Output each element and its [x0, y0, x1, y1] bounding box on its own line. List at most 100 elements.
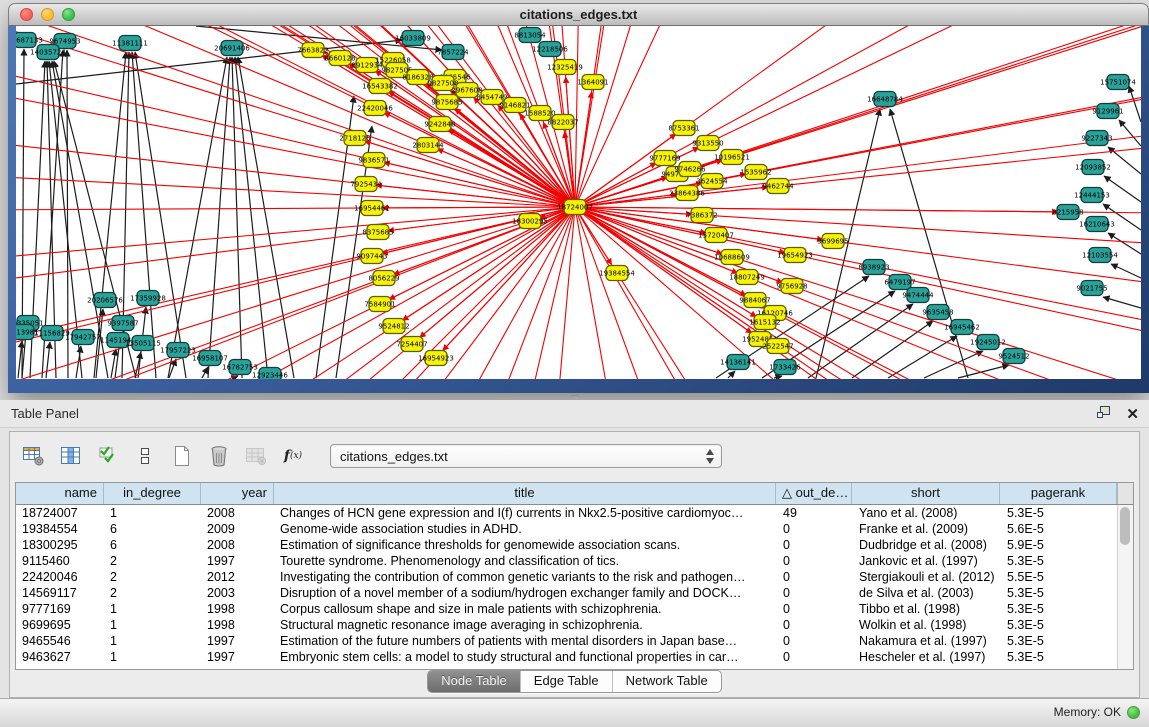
- graph-node[interactable]: 8938923: [858, 260, 889, 275]
- table-cell[interactable]: 22420046: [16, 569, 104, 585]
- table-cell[interactable]: 14569117: [16, 585, 104, 601]
- graph-node[interactable]: 12093852: [1075, 160, 1111, 175]
- graph-node[interactable]: 9524812: [378, 319, 409, 334]
- graph-node[interactable]: 14136141: [720, 355, 756, 370]
- table-cell[interactable]: Corpus callosum shape and size in male p…: [274, 601, 777, 617]
- table-cell[interactable]: 18724007: [16, 505, 104, 521]
- tab-network-table[interactable]: Network Table: [613, 671, 721, 692]
- table-cell[interactable]: Tourette syndrome. Phenomenology and cla…: [274, 553, 777, 569]
- table-cell[interactable]: 5.3E-5: [1001, 633, 1118, 649]
- table-selector[interactable]: citations_edges.txt: [330, 444, 722, 468]
- graph-node[interactable]: 17957223: [160, 343, 196, 358]
- table-cell[interactable]: 19384554: [16, 521, 104, 537]
- graph-node[interactable]: 9097443: [356, 249, 387, 264]
- graph-node[interactable]: 9635458: [922, 305, 953, 320]
- network-canvas[interactable]: 1872400776638228660128891293415226058982…: [16, 26, 1141, 379]
- graph-node[interactable]: 19245012: [970, 335, 1006, 350]
- table-cell[interactable]: Franke et al. (2009): [853, 521, 1001, 537]
- table-cell[interactable]: 0: [777, 553, 853, 569]
- graph-node[interactable]: 9875685: [431, 95, 462, 110]
- table-row[interactable]: 911546021997Tourette syndrome. Phenomeno…: [16, 553, 1133, 569]
- graph-node[interactable]: 22420046: [357, 101, 393, 116]
- graph-node[interactable]: 9756928: [776, 279, 807, 294]
- graph-node[interactable]: 9242848: [424, 117, 455, 132]
- table-cell[interactable]: Investigating the contribution of common…: [274, 569, 777, 585]
- graph-node[interactable]: 9524512: [998, 349, 1029, 364]
- graph-node[interactable]: 1733426: [769, 360, 801, 375]
- table-cell[interactable]: Genome-wide association studies in ADHD.: [274, 521, 777, 537]
- tab-node-table[interactable]: Node Table: [428, 671, 521, 692]
- window-titlebar[interactable]: citations_edges.txt: [8, 3, 1149, 26]
- table-cell[interactable]: 0: [777, 521, 853, 537]
- graph-node[interactable]: 8813054: [514, 28, 546, 43]
- graph-node[interactable]: 19384554: [599, 266, 635, 281]
- table-row[interactable]: 969969511998Structural magnetic resonanc…: [16, 617, 1133, 633]
- table-cell[interactable]: 5.6E-5: [1001, 521, 1118, 537]
- table-cell[interactable]: 0: [777, 585, 853, 601]
- table-row[interactable]: 1456911722003Disruption of a novel membe…: [16, 585, 1133, 601]
- table-cell[interactable]: Changes of HCN gene expression and I(f) …: [274, 505, 777, 521]
- table-cell[interactable]: 2009: [201, 521, 274, 537]
- graph-node[interactable]: 2522547: [762, 339, 793, 354]
- table-cell[interactable]: de Silva et al. (2003): [853, 585, 1001, 601]
- graph-node[interactable]: 18300295: [512, 214, 548, 229]
- table-cell[interactable]: 5.3E-5: [1001, 649, 1118, 665]
- panel-splitter[interactable]: [0, 393, 1149, 400]
- graph-node[interactable]: 9129961: [1092, 104, 1123, 119]
- delete-column-icon[interactable]: [205, 443, 233, 469]
- column-header-in_degree[interactable]: in_degree: [104, 483, 201, 504]
- table-cell[interactable]: 2008: [201, 505, 274, 521]
- graph-node[interactable]: 7925434: [350, 177, 382, 192]
- table-cell[interactable]: 0: [777, 537, 853, 553]
- table-cell[interactable]: 2003: [201, 585, 274, 601]
- column-header-title[interactable]: title: [274, 483, 776, 504]
- graph-node[interactable]: 9884067: [739, 293, 770, 308]
- graph-node[interactable]: 8753361: [668, 121, 699, 136]
- function-builder-icon[interactable]: f(x): [279, 443, 307, 469]
- table-cell[interactable]: 1997: [201, 633, 274, 649]
- graph-node[interactable]: 19654923: [777, 248, 813, 263]
- table-cell[interactable]: Yano et al. (2008): [853, 505, 1001, 521]
- graph-node[interactable]: 9227343: [1081, 131, 1112, 146]
- graph-node[interactable]: 16945462: [944, 320, 980, 335]
- graph-node[interactable]: 9699695: [817, 234, 848, 249]
- graph-node[interactable]: 11381111: [112, 36, 148, 51]
- table-cell[interactable]: Embryonic stem cells: a model to study s…: [274, 649, 777, 665]
- network-svg[interactable]: 1872400776638228660128891293415226058982…: [16, 26, 1141, 379]
- graph-node[interactable]: 15751074: [1100, 75, 1136, 90]
- table-cell[interactable]: 18300295: [16, 537, 104, 553]
- table-cell[interactable]: 49: [777, 505, 853, 521]
- graph-node[interactable]: 20691406: [214, 41, 250, 56]
- table-cell[interactable]: 0: [777, 617, 853, 633]
- graph-node[interactable]: 9397587: [107, 316, 138, 331]
- column-header-year[interactable]: year: [201, 483, 274, 504]
- graph-node[interactable]: 9836571: [358, 153, 389, 168]
- table-cell[interactable]: 2: [104, 569, 201, 585]
- table-cell[interactable]: Wolkin et al. (1998): [853, 617, 1001, 633]
- graph-node[interactable]: 7254407: [396, 337, 427, 352]
- column-header-pagerank[interactable]: pagerank: [1000, 483, 1117, 504]
- table-cell[interactable]: Structural magnetic resonance image aver…: [274, 617, 777, 633]
- table-row[interactable]: 2242004622012Investigating the contribut…: [16, 569, 1133, 585]
- column-header-name[interactable]: name: [16, 483, 104, 504]
- graph-node[interactable]: 20206576: [87, 293, 123, 308]
- table-settings-icon[interactable]: [20, 443, 48, 469]
- graph-node[interactable]: 2718126: [339, 131, 371, 146]
- table-cell[interactable]: 1: [104, 649, 201, 665]
- graph-node[interactable]: 1535962: [740, 165, 771, 180]
- close-panel-icon[interactable]: ✕: [1126, 407, 1139, 423]
- table-cell[interactable]: 1998: [201, 617, 274, 633]
- graph-node[interactable]: 7386372: [686, 208, 717, 223]
- column-header-short[interactable]: short: [852, 483, 1000, 504]
- table-row[interactable]: 1872400712008Changes of HCN gene express…: [16, 505, 1133, 521]
- table-cell[interactable]: 0: [777, 633, 853, 649]
- table-cell[interactable]: 2: [104, 585, 201, 601]
- table-cell[interactable]: Hescheler et al. (1997): [853, 649, 1001, 665]
- graph-node[interactable]: 1364091: [577, 75, 608, 90]
- graph-node[interactable]: 10688609: [714, 250, 750, 265]
- graph-node[interactable]: 9313550: [692, 136, 723, 151]
- float-window-icon[interactable]: [1096, 405, 1112, 424]
- table-cell[interactable]: 9465546: [16, 633, 104, 649]
- table-cell[interactable]: 5.3E-5: [1001, 601, 1118, 617]
- graph-node[interactable]: 8822037: [547, 115, 578, 130]
